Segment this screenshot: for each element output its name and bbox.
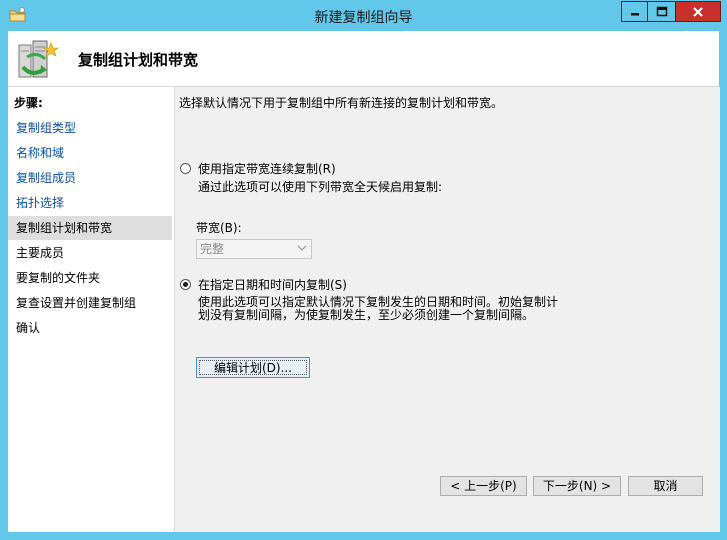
maximize-button[interactable] [648,1,676,22]
chevron-down-icon [297,242,307,261]
title-bar[interactable]: 新建复制组向导 [0,0,727,30]
page-title: 复制组计划和带宽 [78,51,199,69]
edit-schedule-label: 编辑计划(D)... [199,360,307,375]
maximize-icon [656,6,667,17]
step-schedule-and-bandwidth: 复制组计划和带宽 [8,216,172,240]
radio-scheduled-label[interactable]: 在指定日期和时间内复制(S) [198,276,347,293]
radio-full-bandwidth-label[interactable]: 使用指定带宽连续复制(R) [198,160,336,177]
step-name-and-domain[interactable]: 名称和域 [8,141,172,165]
step-topology-selection[interactable]: 拓扑选择 [8,191,172,215]
page-description: 选择默认情况下用于复制组中所有新连接的复制计划和带宽。 [179,96,504,110]
wizard-client-area: 复制组计划和带宽 步骤: 复制组类型 名称和域 复制组成员 拓扑选择 复制组计划… [8,31,720,532]
bandwidth-select-value: 完整 [200,242,225,256]
full-bandwidth-note: 通过此选项可以使用下列带宽全天候启用复制: [198,180,443,194]
wizard-window: 新建复制组向导 复制组计划和带宽 步骤: 复制组类型 名称和域 复制组成员 拓扑… [0,0,727,540]
edit-schedule-button[interactable]: 编辑计划(D)... [196,357,310,378]
step-replication-group-type[interactable]: 复制组类型 [8,116,172,140]
next-button[interactable]: 下一步(N) > [533,476,621,496]
wizard-content: 选择默认情况下用于复制组中所有新连接的复制计划和带宽。 使用指定带宽连续复制(R… [174,87,720,532]
previous-button[interactable]: < 上一步(P) [440,476,527,496]
step-folders-to-replicate: 要复制的文件夹 [16,271,101,285]
radio-scheduled-circle[interactable] [180,279,191,290]
radio-full-bandwidth-circle[interactable] [180,163,191,174]
steps-heading: 步骤: [14,96,43,110]
step-replication-group-members[interactable]: 复制组成员 [8,166,172,190]
bandwidth-label: 带宽(B): [196,221,242,235]
minimize-icon [630,12,639,15]
cancel-button[interactable]: 取消 [628,476,703,496]
radio-scheduled[interactable]: 在指定日期和时间内复制(S) [180,276,347,293]
bandwidth-select[interactable]: 完整 [196,239,312,259]
step-confirmation: 确认 [16,321,41,335]
wizard-header: 复制组计划和带宽 [8,31,719,87]
scheduled-note-line2: 划没有复制间隔，为使复制发生，至少必须创建一个复制间隔。 [198,308,535,322]
step-review-and-create: 复查设置并创建复制组 [16,296,137,310]
step-primary-member: 主要成员 [16,246,65,260]
radio-full-bandwidth[interactable]: 使用指定带宽连续复制(R) [180,160,336,177]
window-title: 新建复制组向导 [314,10,413,26]
close-button[interactable] [676,1,721,22]
close-icon [693,6,703,17]
replication-server-icon [15,37,61,81]
steps-sidebar: 步骤: 复制组类型 名称和域 复制组成员 拓扑选择 复制组计划和带宽 主要成员 … [8,87,172,532]
minimize-button[interactable] [621,1,648,22]
